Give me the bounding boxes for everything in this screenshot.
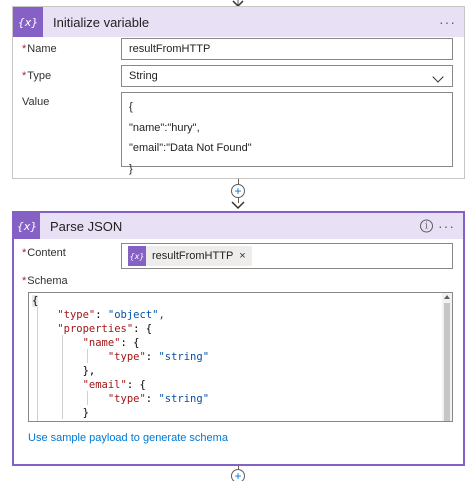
card-title: Initialize variable: [53, 14, 150, 30]
name-input[interactable]: resultFromHTTP: [121, 38, 453, 60]
name-label: *Name: [22, 43, 57, 55]
close-icon[interactable]: ×: [239, 250, 251, 262]
schema-editor[interactable]: { "type": "object", "properties": { "nam…: [28, 292, 453, 422]
add-step-button[interactable]: +: [231, 184, 245, 198]
plus-icon: +: [234, 184, 242, 198]
type-label: *Type: [22, 70, 52, 82]
value-line: {: [129, 101, 133, 113]
content-label: *Content: [22, 247, 66, 259]
code-line: "type": "object",: [57, 309, 165, 321]
scrollbar-thumb[interactable]: [444, 303, 450, 421]
add-step-button[interactable]: +: [231, 469, 245, 481]
code-line: }: [82, 407, 89, 419]
info-icon[interactable]: i: [420, 219, 433, 233]
more-options-icon[interactable]: ···: [439, 14, 456, 30]
variable-icon: {x}: [128, 246, 146, 266]
card-title: Parse JSON: [50, 218, 123, 234]
initialize-variable-header[interactable]: {x} Initialize variable ···: [13, 7, 464, 37]
scrollbar[interactable]: [442, 293, 452, 421]
variable-icon: {x}: [14, 213, 40, 239]
content-input[interactable]: {x} resultFromHTTP ×: [121, 243, 453, 269]
use-sample-payload-link[interactable]: Use sample payload to generate schema: [28, 432, 228, 444]
dynamic-content-token[interactable]: {x} resultFromHTTP ×: [128, 246, 252, 266]
code-line: }: [32, 420, 64, 421]
type-select[interactable]: String: [121, 65, 453, 87]
value-line: }: [129, 162, 133, 175]
token-label: resultFromHTTP: [152, 250, 234, 262]
arrow-down-icon: [231, 201, 245, 210]
code-line: "name": {: [82, 337, 140, 349]
code-line: "properties": {: [57, 323, 153, 335]
code-line: "email": {: [82, 379, 146, 391]
code-line: {: [32, 295, 39, 307]
more-options-icon[interactable]: ···: [438, 218, 455, 234]
value-textarea[interactable]: { "name":"hury", "email":"Data Not Found…: [121, 92, 453, 175]
chevron-down-icon: [432, 71, 444, 83]
code-line: "type": "string": [107, 393, 210, 405]
schema-label: *Schema: [22, 275, 68, 287]
value-label: Value: [22, 96, 50, 108]
variable-icon: {x}: [13, 7, 43, 37]
value-line: "name":"hury",: [129, 121, 200, 134]
scroll-up-icon[interactable]: [444, 295, 450, 299]
plus-icon: +: [234, 469, 242, 481]
parse-json-header[interactable]: {x} Parse JSON i ···: [14, 213, 463, 239]
value-line: "email":"Data Not Found": [129, 142, 252, 154]
code-line: "type": "string": [107, 351, 210, 363]
code-line: },: [82, 365, 96, 377]
